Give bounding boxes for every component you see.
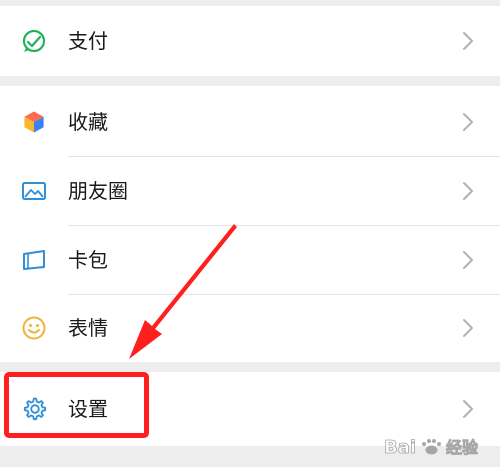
menu-item-cards[interactable]: 卡包 xyxy=(0,226,500,294)
menu-item-stickers[interactable]: 表情 xyxy=(0,294,500,362)
chevron-right-icon xyxy=(462,181,474,201)
menu-item-label: 支付 xyxy=(68,29,108,53)
menu-item-favorites[interactable]: 收藏 xyxy=(0,88,500,156)
gear-settings-icon xyxy=(20,395,48,423)
menu-item-label: 表情 xyxy=(68,316,108,340)
menu-item-label: 朋友圈 xyxy=(68,179,128,203)
menu-item-moments[interactable]: 朋友圈 xyxy=(0,157,500,225)
cube-favorites-icon xyxy=(20,108,48,136)
menu-item-pay[interactable]: 支付 xyxy=(0,7,500,75)
chevron-right-icon xyxy=(462,250,474,270)
menu-item-settings[interactable]: 设置 xyxy=(0,375,500,443)
chevron-right-icon xyxy=(462,112,474,132)
wechat-pay-icon xyxy=(20,27,48,55)
picture-moments-icon xyxy=(20,177,48,205)
card-wallet-icon xyxy=(20,246,48,274)
pay-group: 支付 xyxy=(0,6,500,76)
menu-item-label: 收藏 xyxy=(68,110,108,134)
menu-item-label: 设置 xyxy=(68,397,108,421)
chevron-right-icon xyxy=(462,31,474,51)
menu-item-label: 卡包 xyxy=(68,248,108,272)
chevron-right-icon xyxy=(462,318,474,338)
chevron-right-icon xyxy=(462,399,474,419)
settings-group: 设置 xyxy=(0,372,500,446)
features-group: 收藏 朋友圈 卡包 表情 xyxy=(0,86,500,362)
smiley-sticker-icon xyxy=(20,314,48,342)
